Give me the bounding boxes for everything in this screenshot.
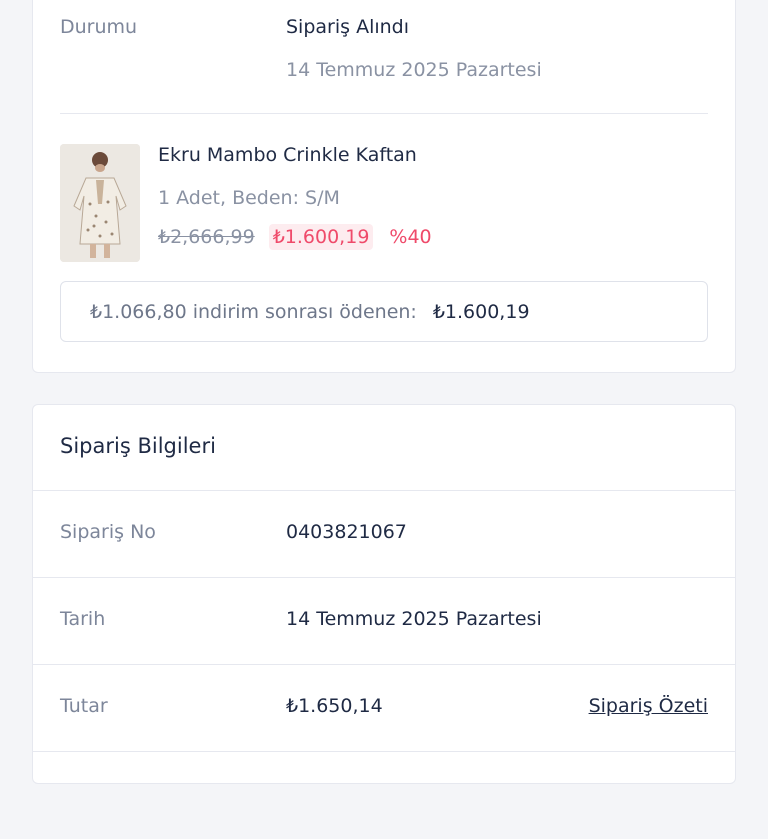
order-number-value: 0403821067 (286, 521, 407, 543)
order-number-label: Sipariş No (60, 521, 156, 543)
order-total-value: ₺1.650,14 (286, 695, 383, 717)
order-item-card: Durumu Sipariş Alındı 14 Temmuz 2025 Paz… (32, 0, 736, 373)
kaftan-product-photo-icon (60, 144, 140, 262)
order-date-value: 14 Temmuz 2025 Pazartesi (286, 608, 542, 630)
next-row (33, 751, 735, 839)
order-date-row: Tarih 14 Temmuz 2025 Pazartesi (33, 577, 735, 665)
product-item[interactable]: Ekru Mambo Crinkle Kaftan 1 Adet, Beden:… (60, 144, 708, 264)
price-row: ₺2,666,99 ₺1.600,19 %40 (158, 220, 432, 254)
order-info-title: Sipariş Bilgileri (60, 434, 216, 458)
order-total-label: Tutar (60, 695, 108, 717)
paid-summary-text: ₺1.066,80 indirim sonrası ödenen: (90, 300, 417, 323)
order-date-label: Tarih (60, 608, 106, 630)
order-number-row: Sipariş No 0403821067 (33, 490, 735, 578)
discount-percentage: %40 (389, 226, 432, 248)
status-label: Durumu (60, 16, 138, 38)
status-date: 14 Temmuz 2025 Pazartesi (286, 59, 542, 81)
product-name[interactable]: Ekru Mambo Crinkle Kaftan (158, 144, 417, 166)
old-price: ₺2,666,99 (158, 226, 255, 248)
discounted-price: ₺1.600,19 (268, 224, 374, 250)
order-info-card: Sipariş Bilgileri Sipariş No 0403821067 … (32, 404, 736, 784)
paid-summary-box: ₺1.066,80 indirim sonrası ödenen: ₺1.600… (60, 281, 708, 342)
paid-amount: ₺1.600,19 (432, 300, 530, 323)
order-summary-link[interactable]: Sipariş Özeti (589, 695, 708, 717)
status-value: Sipariş Alındı (286, 16, 410, 38)
product-image[interactable] (60, 144, 140, 262)
order-total-row: Tutar ₺1.650,14 Sipariş Özeti (33, 664, 735, 752)
status-row: Durumu Sipariş Alındı 14 Temmuz 2025 Paz… (60, 0, 708, 114)
product-quantity-size: 1 Adet, Beden: S/M (158, 187, 340, 209)
